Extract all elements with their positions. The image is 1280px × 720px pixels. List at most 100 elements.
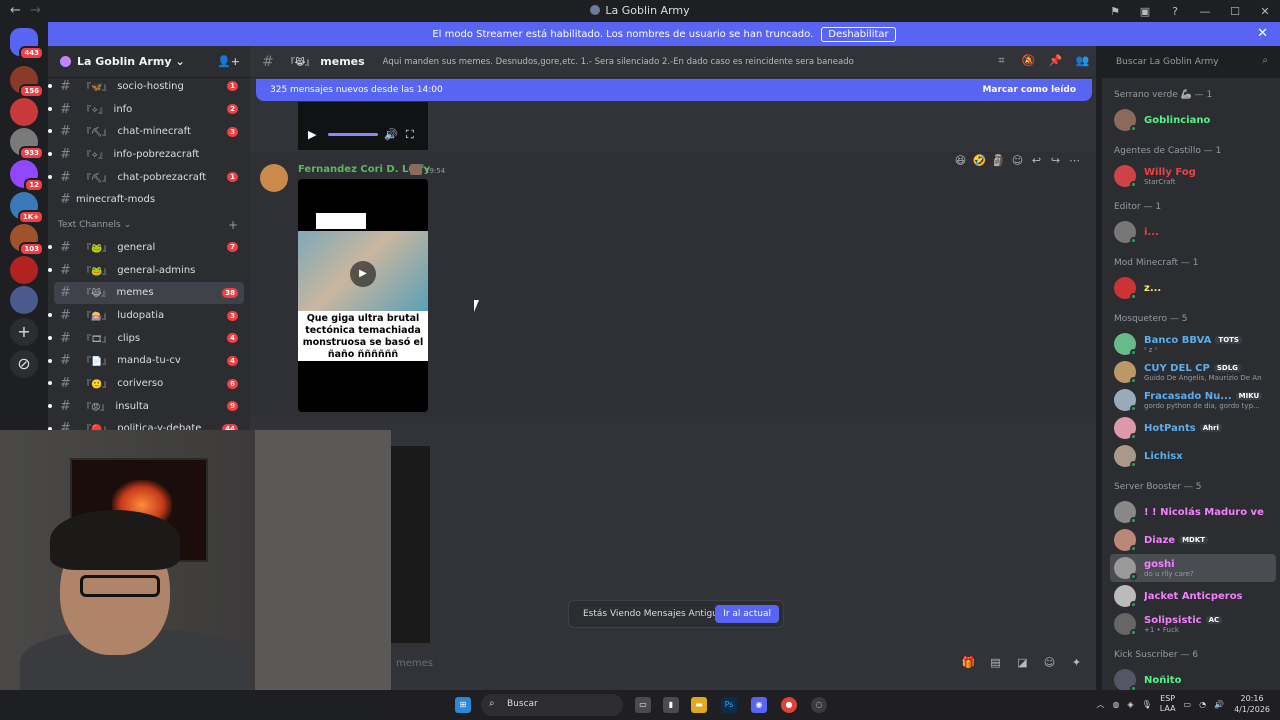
windows-start-icon[interactable]: ⊞ — [455, 697, 471, 713]
channel-item[interactable]: # 『🎰』 ludopatia 3 — [48, 304, 250, 327]
progress-slider[interactable] — [328, 133, 378, 136]
server-icon-1[interactable]: 156 — [10, 66, 44, 98]
language-indicator[interactable]: ESP LAA — [1160, 694, 1176, 714]
help-icon[interactable]: ? — [1160, 5, 1190, 18]
microphone-icon[interactable]: 🎙 — [1142, 700, 1152, 709]
channel-item[interactable]: # 『🦋』 socio-hosting 1 — [48, 75, 250, 98]
member-item[interactable]: CUY DEL CP SDLG Guido De Angelis, Maurizio… — [1102, 358, 1280, 386]
volume-icon[interactable]: 🔊 — [1214, 700, 1224, 709]
channel-item[interactable]: # 『⛏』 chat-minecraft 3 — [48, 120, 250, 143]
search-input[interactable]: Buscar La Goblin Army ⌕ — [1110, 52, 1274, 72]
screen-icon[interactable]: ▣ — [1130, 5, 1160, 18]
emoji-icon[interactable]: ☺ — [1036, 656, 1063, 669]
member-item[interactable]: Jacket Anticperos — [1102, 582, 1280, 610]
server-icon-5[interactable]: 1K+ — [10, 192, 44, 224]
member-item[interactable]: Willy Fog StarCraft — [1102, 162, 1280, 190]
channel-item[interactable]: # 『⛏』 chat-pobrezacraft 1 — [48, 166, 250, 189]
app-icon[interactable]: ◌ — [811, 697, 827, 713]
play-icon[interactable]: ▶ — [308, 128, 316, 141]
channel-item-minecraft-mods[interactable]: # minecraft-mods — [48, 188, 250, 211]
channel-item[interactable]: # 『🙂』 coriverso 6 — [48, 372, 250, 395]
disable-streamer-button[interactable]: Deshabilitar — [821, 26, 896, 42]
avatar[interactable] — [260, 164, 288, 192]
gift-icon[interactable]: 🎁 — [955, 656, 982, 669]
reaction-smile-icon[interactable]: 😆 — [951, 154, 970, 167]
reaction-icon[interactable]: 🗿 — [989, 154, 1008, 167]
member-item[interactable]: Goblinciano — [1102, 106, 1280, 134]
wifi-icon[interactable]: ◔ — [1199, 700, 1206, 709]
tray-app-icon[interactable]: ◈ — [1127, 700, 1133, 709]
network-icon[interactable]: ▭ — [1184, 700, 1192, 709]
category-text-channels[interactable]: Text Channels ⌄ + — [48, 214, 250, 236]
member-item[interactable]: ! ! Nicolás Maduro ve — [1102, 498, 1280, 526]
maximize-icon[interactable]: ☐ — [1220, 5, 1250, 18]
video-player[interactable]: ▶ 🔊 ⛶ — [298, 102, 428, 150]
server-icon-6[interactable]: 103 — [10, 224, 44, 256]
channel-item-memes[interactable]: # 『😹』 memes 38 — [54, 281, 244, 305]
video-attachment[interactable]: ▶ Que giga ultra brutal tectónica temach… — [298, 179, 428, 412]
member-item[interactable]: Fracasado Nu... MIKU gordo python de dia, … — [1102, 386, 1280, 414]
channel-item[interactable]: # 『😡』 insulta 9 — [48, 395, 250, 418]
channel-item[interactable]: # 『📄』 manda-tu-cv 4 — [48, 350, 250, 373]
jump-to-present-button[interactable]: Ir al actual — [715, 605, 779, 623]
inbox-icon[interactable]: ⚑ — [1100, 5, 1130, 18]
add-reaction-icon[interactable]: ☺ — [1008, 154, 1027, 167]
video-attachment-2[interactable] — [390, 446, 430, 643]
clock[interactable]: 20:16 4/1/2026 — [1234, 693, 1270, 715]
channel-item[interactable]: # 『🎞』 clips 4 — [48, 327, 250, 350]
server-icon-3[interactable]: 933 — [10, 128, 44, 160]
member-item[interactable]: Lichisx — [1102, 442, 1280, 470]
new-messages-bar[interactable]: 325 mensajes nuevos desde las 14:00 Marc… — [256, 79, 1092, 101]
file-explorer-icon[interactable]: ▬ — [691, 697, 707, 713]
more-icon[interactable]: ⋯ — [1065, 154, 1084, 167]
member-item[interactable]: z... — [1102, 274, 1280, 302]
server-icon-2[interactable] — [10, 98, 38, 126]
member-item[interactable]: Ñoñito — [1102, 666, 1280, 690]
member-item[interactable]: goshi do u rlly care? — [1110, 554, 1276, 582]
tray-app-icon[interactable]: ◍ — [1112, 700, 1119, 709]
chevron-up-icon[interactable]: ︿ — [1096, 699, 1104, 710]
gif-icon[interactable]: ▤ — [982, 656, 1009, 669]
close-window-icon[interactable]: ✕ — [1250, 5, 1280, 18]
app-icon[interactable]: ▮ — [663, 697, 679, 713]
apps-icon[interactable]: ✦ — [1063, 656, 1090, 669]
explore-icon[interactable]: ⊘ — [10, 350, 38, 378]
mark-as-read-button[interactable]: Marcar como leído — [982, 85, 1076, 95]
threads-icon[interactable]: ⌗ — [988, 54, 1015, 68]
server-icon-4[interactable]: 12 — [10, 160, 44, 192]
channel-topic[interactable]: Aqui manden sus memes. Desnudos,gore,etc… — [383, 57, 1003, 67]
play-icon[interactable]: ▶ — [350, 261, 376, 287]
notification-bell-icon[interactable]: 🔕 — [1015, 54, 1042, 68]
reaction-laugh-icon[interactable]: 🤣 — [970, 154, 989, 167]
member-item[interactable]: Banco BBVA TOTS ᶻ z ᶻ — [1102, 330, 1280, 358]
channel-item[interactable]: # 『🐸』 general 7 — [48, 236, 250, 259]
sticker-icon[interactable]: ◪ — [1009, 656, 1036, 669]
member-list-icon[interactable]: 👥 — [1069, 54, 1096, 68]
member-item[interactable]: i... — [1102, 218, 1280, 246]
member-item[interactable]: Diaze MDKT — [1102, 526, 1280, 554]
photoshop-icon[interactable]: Ps — [721, 697, 737, 713]
volume-icon[interactable]: 🔊 — [384, 128, 398, 141]
add-channel-icon[interactable]: + — [228, 218, 238, 232]
taskbar-search[interactable]: ⌕ Buscar — [481, 694, 623, 716]
reply-icon[interactable]: ↩ — [1027, 154, 1046, 167]
discord-icon[interactable]: ◉ — [751, 697, 767, 713]
fullscreen-icon[interactable]: ⛶ — [406, 128, 414, 142]
forward-icon[interactable]: ↪ — [1046, 154, 1065, 167]
channel-item[interactable]: # 『🐸』 general-admins — [48, 259, 250, 282]
chrome-icon[interactable]: ● — [781, 697, 797, 713]
channel-item[interactable]: # 『✧』 info 2 — [48, 98, 250, 121]
home-button[interactable]: 443 — [10, 28, 44, 60]
guild-header[interactable]: La Goblin Army ⌄ 👤+ — [48, 46, 250, 78]
close-icon[interactable]: ✕ — [1257, 26, 1268, 41]
server-icon-8[interactable] — [10, 286, 38, 314]
add-server-button[interactable]: + — [10, 318, 38, 346]
server-icon-7[interactable] — [10, 256, 38, 284]
member-item[interactable]: Solipsistic AC +1 • Fuck — [1102, 610, 1280, 638]
channel-item[interactable]: # 『✧』 info-pobrezacraft — [48, 143, 250, 166]
minimize-icon[interactable]: — — [1190, 5, 1220, 18]
pin-icon[interactable]: 📌 — [1042, 54, 1069, 68]
member-item[interactable]: HotPants Ahri — [1102, 414, 1280, 442]
task-view-icon[interactable]: ▭ — [635, 697, 651, 713]
add-user-icon[interactable]: 👤+ — [217, 55, 240, 68]
